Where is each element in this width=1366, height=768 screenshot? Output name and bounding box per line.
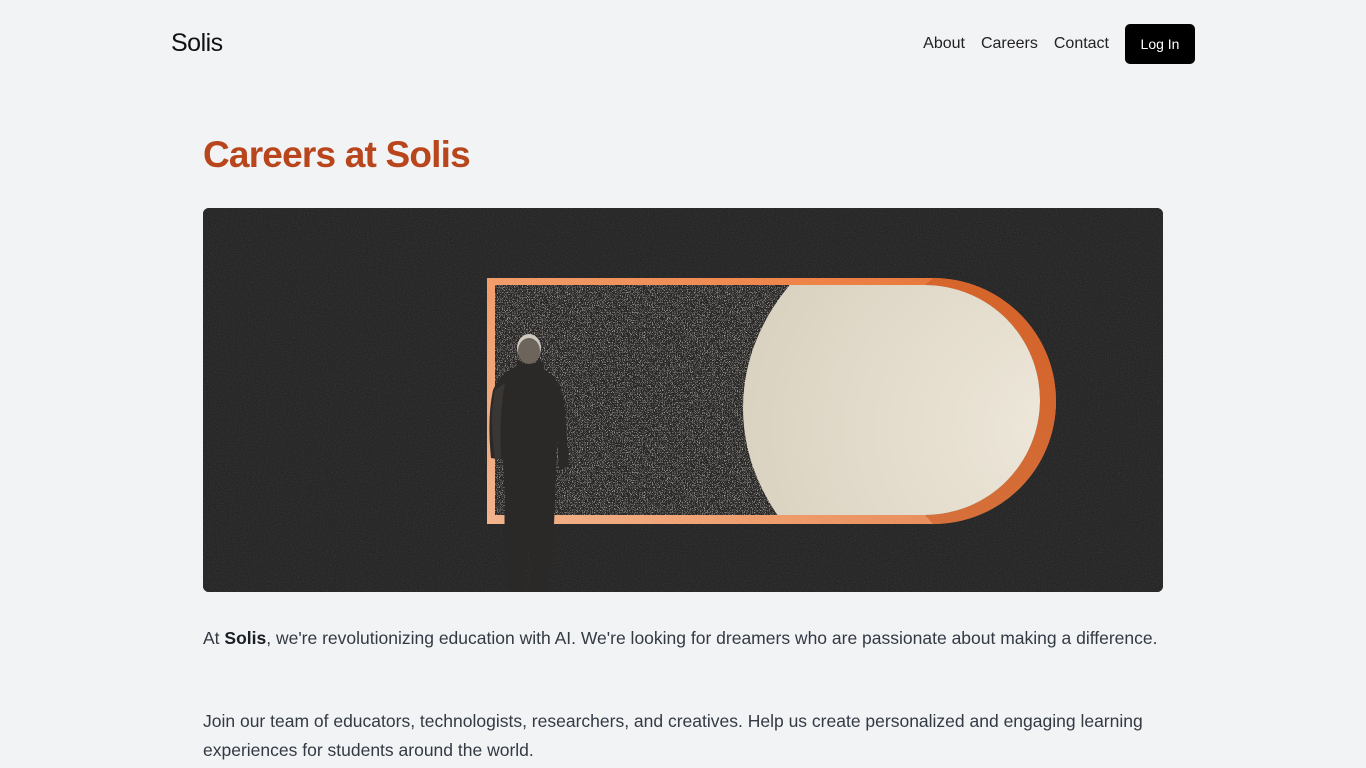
intro-suffix: , we're revolutionizing education with A… <box>266 628 1158 648</box>
hero-illustration <box>203 208 1163 592</box>
logo[interactable]: Solis <box>171 29 223 58</box>
nav-link-about[interactable]: About <box>923 35 965 53</box>
page-title: Careers at Solis <box>203 134 471 175</box>
login-button[interactable]: Log In <box>1125 24 1195 64</box>
intro-brand: Solis <box>224 628 267 648</box>
intro-prefix: At <box>203 628 225 648</box>
nav-link-careers[interactable]: Careers <box>981 35 1038 53</box>
hero-image <box>203 208 1163 592</box>
nav-link-contact[interactable]: Contact <box>1054 35 1109 53</box>
nav-links: About Careers Contact Log In <box>923 24 1195 64</box>
intro-paragraph: At Solis, we're revolutionizing educatio… <box>203 624 1163 653</box>
join-paragraph: Join our team of educators, technologist… <box>203 711 1143 760</box>
top-nav: Solis About Careers Contact Log In <box>0 0 1366 88</box>
